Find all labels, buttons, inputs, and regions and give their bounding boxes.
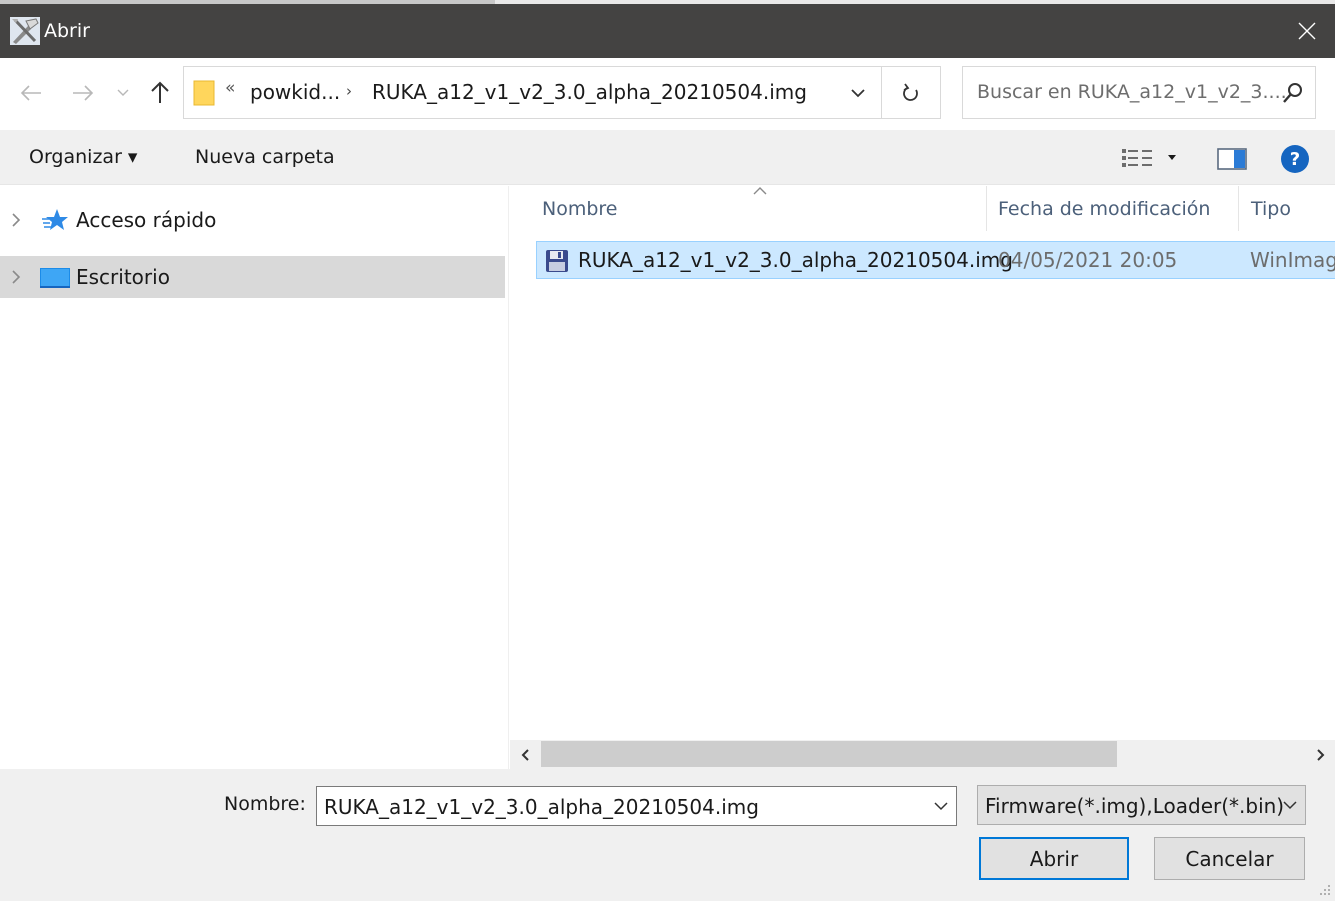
- refresh-icon: [903, 82, 918, 101]
- filter-value: Firmware(*.img),Loader(*.bin): [985, 794, 1285, 818]
- new-folder-button[interactable]: Nueva carpeta: [195, 146, 335, 168]
- recent-locations-button[interactable]: [113, 78, 133, 108]
- command-bar: Organizar ▾ Nueva carpeta ?: [0, 130, 1335, 185]
- file-row[interactable]: RUKA_a12_v1_v2_3.0_alpha_20210504.img 04…: [536, 241, 1335, 279]
- chevron-right-icon[interactable]: [8, 266, 24, 288]
- scroll-right-button[interactable]: [1307, 740, 1335, 769]
- arrow-up-icon: [151, 81, 169, 103]
- up-button[interactable]: [146, 78, 174, 108]
- sort-ascending-icon: [753, 187, 767, 195]
- resize-grip-icon[interactable]: [1316, 881, 1332, 897]
- filter-dropdown-arrow: [1274, 786, 1306, 824]
- folder-icon: [193, 80, 215, 106]
- column-label-type: Tipo: [1251, 198, 1291, 220]
- background-window-strip: [0, 0, 1335, 4]
- file-type-filter-select[interactable]: Firmware(*.img),Loader(*.bin): [977, 785, 1306, 825]
- chevron-down-icon: [1283, 800, 1297, 809]
- desktop-icon: [40, 268, 70, 288]
- close-icon: [1298, 22, 1316, 40]
- svg-text:?: ?: [1290, 149, 1300, 170]
- file-list: Nombre Fecha de modificación Tipo RUKA_a…: [510, 186, 1335, 769]
- chevron-down-icon: [851, 88, 865, 97]
- nav-label-quick-access: Acceso rápido: [76, 208, 217, 232]
- refresh-button[interactable]: [882, 67, 940, 118]
- breadcrumb-overflow[interactable]: «: [225, 78, 235, 98]
- filename-input[interactable]: RUKA_a12_v1_v2_3.0_alpha_20210504.img: [316, 786, 957, 826]
- breadcrumb-item-current[interactable]: RUKA_a12_v1_v2_3.0_alpha_20210504.img: [372, 80, 807, 104]
- view-options-icon[interactable]: [1120, 146, 1182, 172]
- window-title: Abrir: [44, 20, 90, 42]
- help-icon[interactable]: ?: [1280, 144, 1310, 174]
- nav-label-desktop: Escritorio: [76, 265, 170, 289]
- arrow-right-icon: [73, 85, 94, 101]
- back-button[interactable]: [16, 78, 46, 108]
- chevron-right-icon: [1317, 748, 1325, 761]
- chevron-left-icon: [521, 748, 529, 761]
- open-file-dialog: Abrir « powkid... › RUKA_a12_v1_v2_3.0_a…: [0, 0, 1335, 901]
- scroll-left-button[interactable]: [510, 740, 540, 769]
- column-header-type[interactable]: Tipo: [1239, 186, 1335, 231]
- tool-hammer-icon: [10, 17, 40, 45]
- floppy-disk-icon: [546, 250, 568, 272]
- column-label-date: Fecha de modificación: [998, 198, 1211, 220]
- nav-item-desktop[interactable]: Escritorio: [0, 256, 505, 298]
- preview-pane-icon[interactable]: [1217, 148, 1247, 170]
- chevron-right-icon[interactable]: [8, 209, 24, 231]
- column-header-name[interactable]: Nombre: [510, 186, 986, 231]
- search-placeholder[interactable]: Buscar en RUKA_a12_v1_v2_3....: [977, 81, 1287, 103]
- close-button[interactable]: [1286, 12, 1328, 50]
- chevron-down-icon: [117, 89, 129, 96]
- forward-button[interactable]: [68, 78, 98, 108]
- search-icon[interactable]: [1281, 81, 1305, 105]
- horizontal-scrollbar[interactable]: [510, 740, 1335, 769]
- search-box[interactable]: Buscar en RUKA_a12_v1_v2_3....: [962, 66, 1316, 119]
- address-bar[interactable]: « powkid... › RUKA_a12_v1_v2_3.0_alpha_2…: [183, 66, 941, 119]
- quick-access-star-icon: [42, 209, 68, 230]
- navigation-pane: Acceso rápido Escritorio: [0, 186, 509, 769]
- filename-history-dropdown[interactable]: [925, 787, 957, 825]
- organize-menu-button[interactable]: Organizar ▾: [29, 146, 137, 168]
- file-date: 04/05/2021 20:05: [998, 248, 1178, 272]
- filename-label: Nombre:: [224, 793, 306, 815]
- cancel-button[interactable]: Cancelar: [1154, 837, 1305, 880]
- footer-panel: Nombre: RUKA_a12_v1_v2_3.0_alpha_2021050…: [0, 769, 1335, 901]
- file-type: WinImag: [1250, 248, 1335, 272]
- breadcrumb-item-powkid[interactable]: powkid...: [250, 80, 340, 104]
- filename-value[interactable]: RUKA_a12_v1_v2_3.0_alpha_20210504.img: [324, 795, 759, 819]
- column-label-name: Nombre: [542, 198, 618, 220]
- arrow-left-icon: [20, 85, 41, 101]
- file-name: RUKA_a12_v1_v2_3.0_alpha_20210504.img: [578, 248, 1013, 272]
- nav-item-quick-access[interactable]: Acceso rápido: [0, 199, 505, 241]
- column-header-date[interactable]: Fecha de modificación: [987, 186, 1238, 231]
- address-dropdown-button[interactable]: [835, 67, 881, 118]
- scrollbar-thumb[interactable]: [541, 741, 1117, 767]
- title-bar[interactable]: Abrir: [0, 0, 1335, 58]
- breadcrumb-separator[interactable]: ›: [346, 82, 352, 100]
- open-button[interactable]: Abrir: [979, 837, 1129, 880]
- chevron-down-icon: [934, 801, 948, 810]
